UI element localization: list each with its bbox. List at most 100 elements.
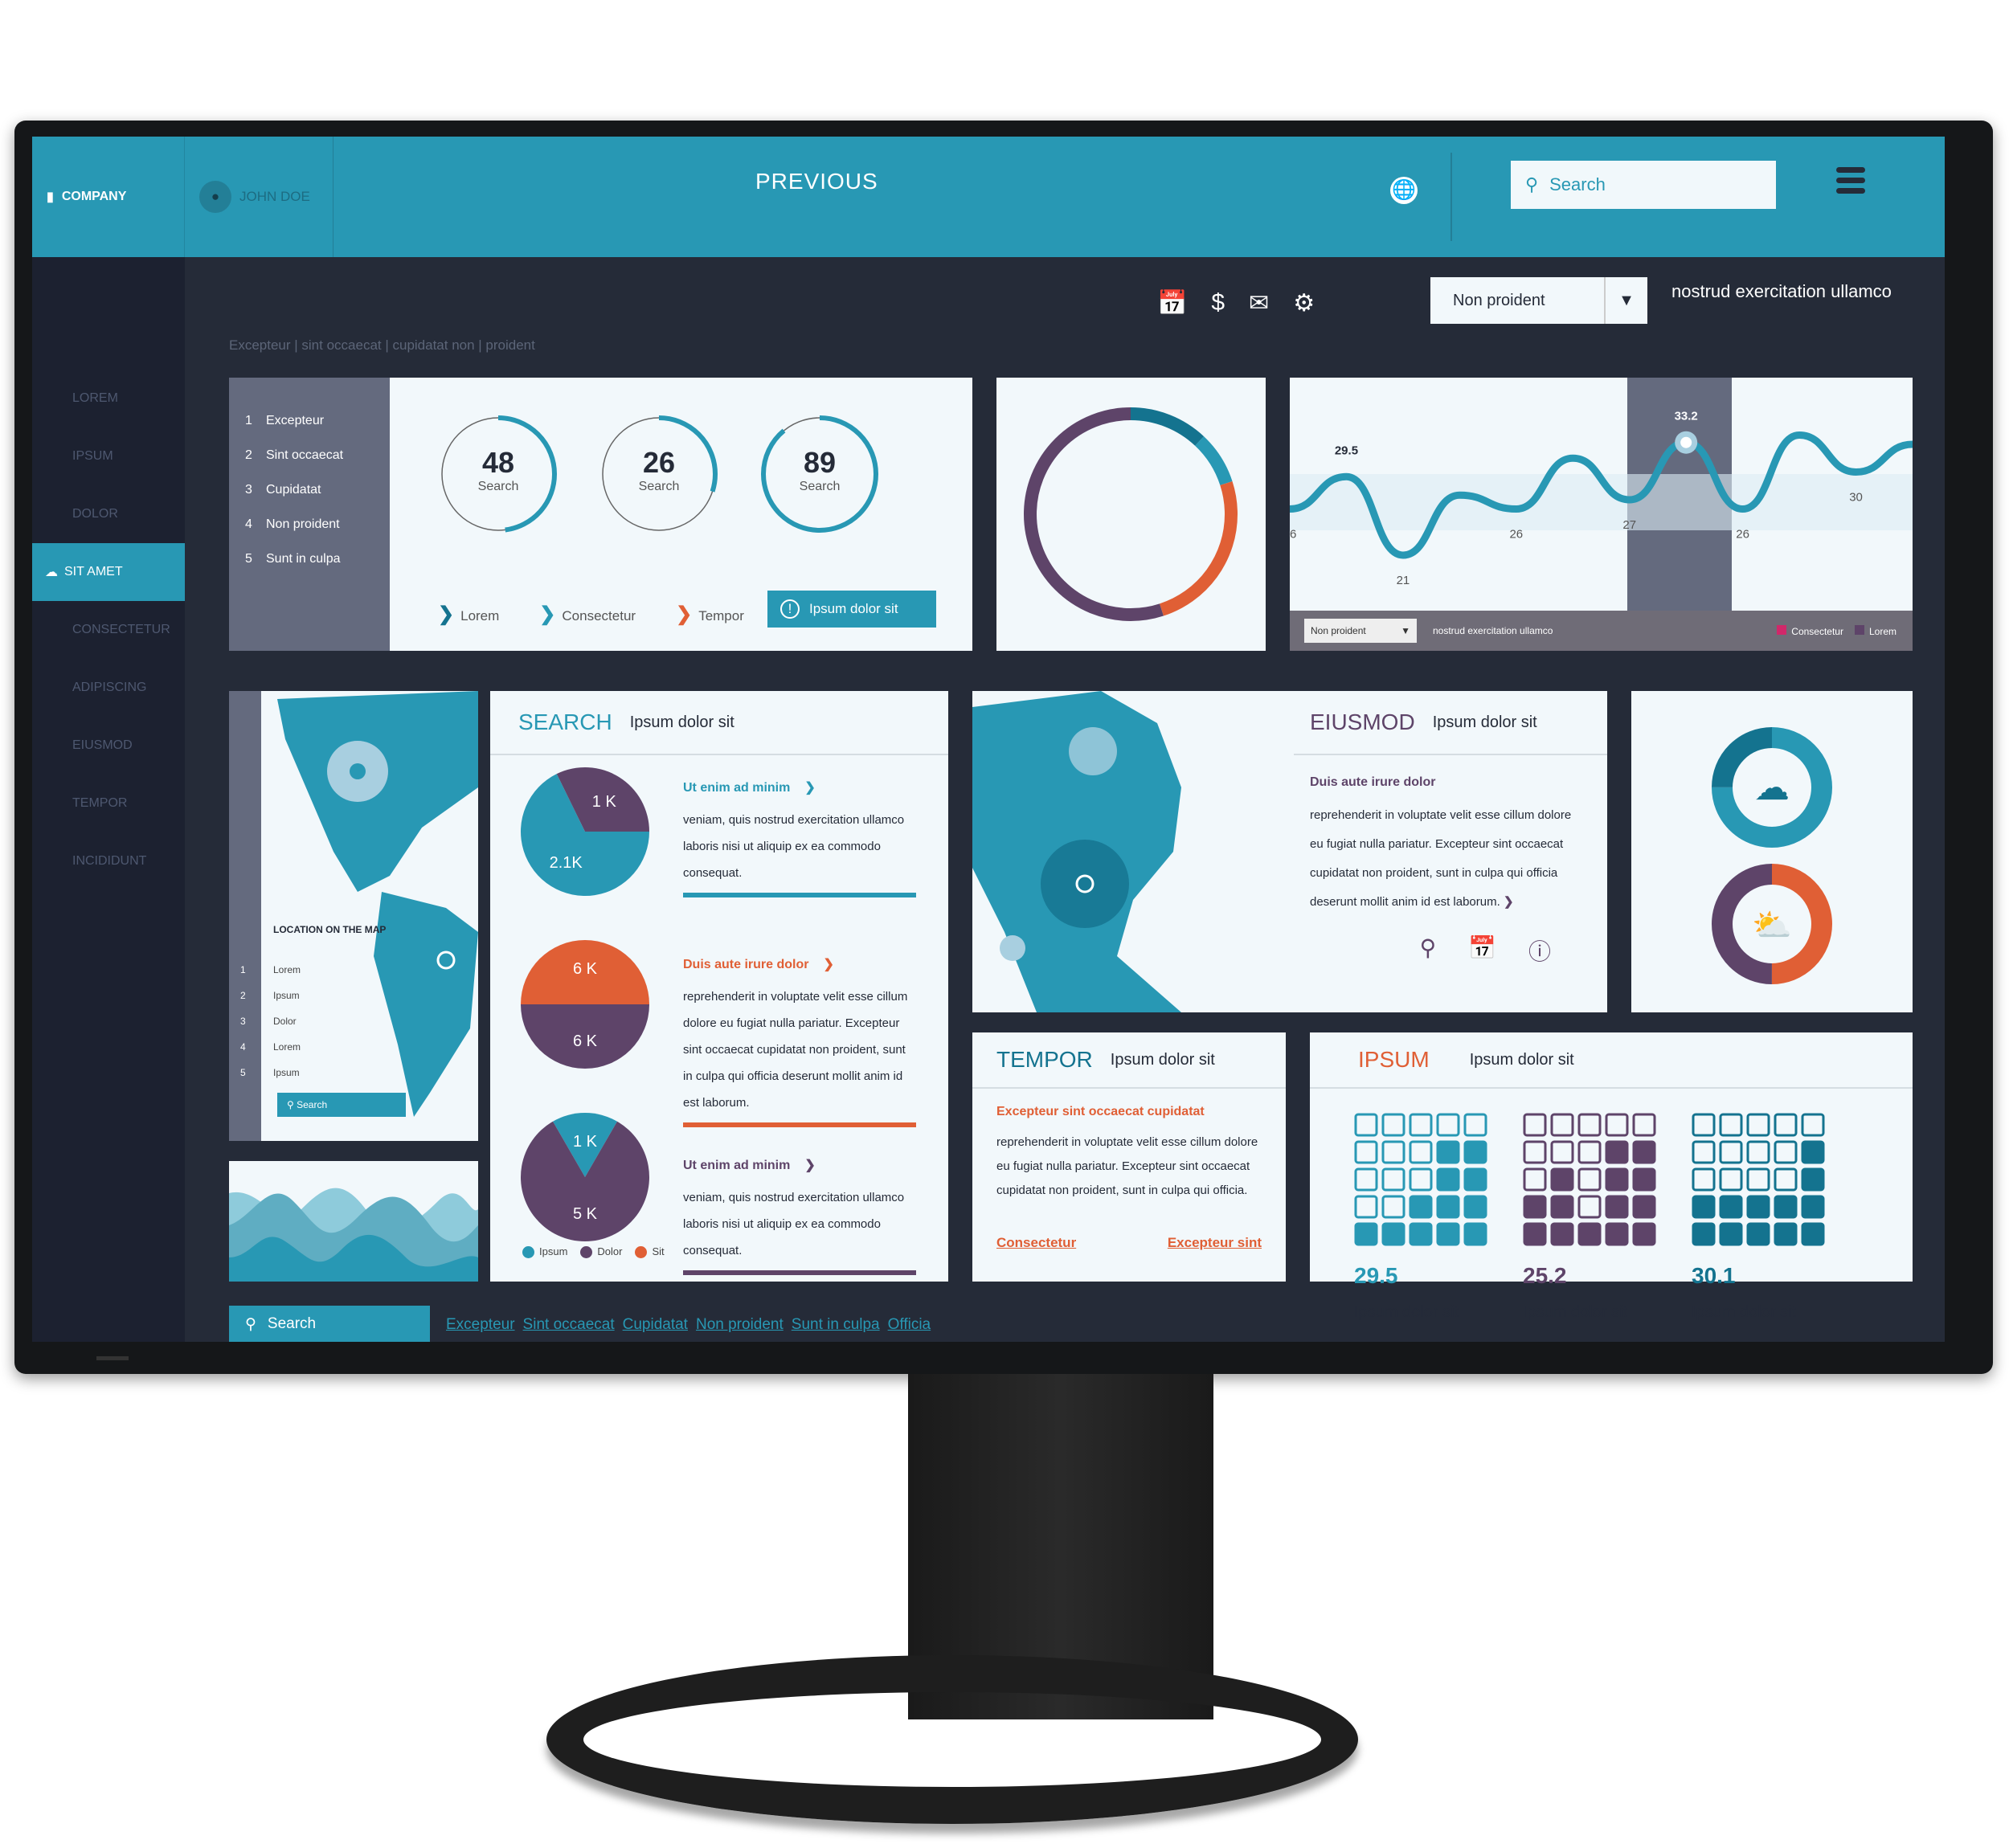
map-item-label: Dolor bbox=[273, 1016, 297, 1027]
mail-icon[interactable]: ✉ bbox=[1249, 289, 1269, 317]
list-item[interactable]: 5 Sunt in culpa bbox=[245, 552, 390, 587]
row-divider bbox=[683, 893, 916, 897]
search-input[interactable]: ⚲ Search bbox=[1511, 161, 1776, 209]
map-list-item[interactable]: 2 Ipsum bbox=[229, 990, 301, 1016]
gauge-link[interactable]: ❯ Tempor bbox=[676, 603, 744, 626]
waffle-cell bbox=[1774, 1140, 1798, 1164]
waffle-cell bbox=[1463, 1140, 1487, 1164]
list-label: Non proident bbox=[266, 517, 340, 531]
map-title: LOCATION ON THE MAP bbox=[273, 924, 387, 935]
waffle-cell bbox=[1605, 1195, 1629, 1219]
map-panel: LOCATION ON THE MAP 1 Lorem 2 Ipsum 3 Dolor 4 L… bbox=[229, 691, 478, 1141]
map-list-item[interactable]: 3 Dolor bbox=[229, 1016, 301, 1041]
footer-link[interactable]: Cupidatat bbox=[623, 1316, 688, 1334]
gauge-value: 48 bbox=[481, 446, 515, 479]
hamburger-menu-icon[interactable] bbox=[1836, 167, 1865, 198]
list-label: Sint occaecat bbox=[266, 448, 344, 462]
gauge-link[interactable]: ❯ Consectetur bbox=[539, 603, 636, 626]
calendar-icon[interactable]: 📅 bbox=[1157, 289, 1187, 317]
toolbar: 📅 $ ✉ ⚙ bbox=[1157, 289, 1315, 317]
waffle-cell bbox=[1550, 1222, 1574, 1246]
row-heading-link[interactable]: Ut enim ad minim ❯ bbox=[683, 1157, 916, 1173]
sidebar-item[interactable]: DOLOR bbox=[32, 485, 185, 543]
map-list-item[interactable]: 5 Ipsum bbox=[229, 1067, 301, 1093]
sidebar-item[interactable]: ADIPISCING bbox=[32, 659, 185, 717]
waffle-cell bbox=[1746, 1167, 1770, 1192]
calendar-icon[interactable]: 📅 bbox=[1468, 934, 1496, 967]
waffle-cell bbox=[1801, 1195, 1825, 1219]
chevron-right-icon: ❯ bbox=[804, 1159, 816, 1172]
pie-charts: 2.1K 1 K 6 K 6 K 1 K 5 K bbox=[521, 767, 649, 1241]
sidebar-item-label: IPSUM bbox=[72, 449, 113, 463]
waffle-chart: 30.1 Ipsum dolor sit bbox=[1692, 1113, 1828, 1322]
list-item[interactable]: 1 Excepteur bbox=[245, 414, 390, 448]
sidebar-item-label: DOLOR bbox=[72, 507, 118, 521]
waffle-cell bbox=[1746, 1222, 1770, 1246]
chevron-right-icon[interactable]: ❯ bbox=[1504, 895, 1514, 909]
list-number: 3 bbox=[245, 483, 252, 497]
previous-link[interactable]: PREVIOUS bbox=[755, 169, 878, 194]
list-label: Sunt in culpa bbox=[266, 552, 341, 566]
map-pin-icon[interactable]: ⚲ bbox=[1420, 934, 1437, 967]
waffle-cell bbox=[1632, 1167, 1656, 1192]
dollar-icon[interactable]: $ bbox=[1211, 289, 1225, 317]
gauge-link[interactable]: ❯ Lorem bbox=[438, 603, 499, 626]
footer-link[interactable]: Officia bbox=[888, 1316, 931, 1334]
waffle-cell bbox=[1577, 1140, 1602, 1164]
footer-link[interactable]: Sint occaecat bbox=[523, 1316, 615, 1334]
waffle-cell bbox=[1605, 1167, 1629, 1192]
gauge-label: Search bbox=[638, 480, 680, 493]
wave-chart-panel bbox=[229, 1161, 478, 1282]
user-profile[interactable]: ● JOHN DOE bbox=[185, 137, 333, 257]
sidebar-item[interactable]: EIUSMOD bbox=[32, 717, 185, 775]
dropdown-value: Non proident bbox=[1453, 291, 1545, 309]
list-item[interactable]: 4 Non proident bbox=[245, 517, 390, 552]
waffle-cell bbox=[1523, 1113, 1547, 1137]
gear-icon[interactable]: ⚙ bbox=[1293, 289, 1315, 317]
sidebar-item[interactable]: IPSUM bbox=[32, 427, 185, 485]
dropdown[interactable]: Non proident ▼ bbox=[1430, 277, 1647, 324]
footer-link[interactable]: Non proident bbox=[696, 1316, 784, 1334]
map-item-number: 4 bbox=[240, 1041, 246, 1053]
ipsum-dolor-button[interactable]: ! Ipsum dolor sit bbox=[767, 591, 936, 628]
map-list-item[interactable]: 4 Lorem bbox=[229, 1041, 301, 1067]
sidebar-item[interactable]: INCIDIDUNT bbox=[32, 832, 185, 890]
sidebar-item[interactable]: TEMPOR bbox=[32, 775, 185, 832]
row-body: veniam, quis nostrud exercitation ullamc… bbox=[683, 813, 905, 880]
company-logo[interactable]: ▮ COMPANY bbox=[32, 137, 185, 257]
list-item[interactable]: 2 Sint occaecat bbox=[245, 448, 390, 483]
map-search-button[interactable]: ⚲ Search bbox=[277, 1093, 406, 1117]
globe-icon[interactable]: 🌐 bbox=[1390, 177, 1418, 204]
data-label: 29.5 bbox=[1335, 444, 1358, 457]
excepteur-sint-link[interactable]: Excepteur sint bbox=[1168, 1235, 1262, 1251]
consectetur-link[interactable]: Consectetur bbox=[996, 1235, 1076, 1251]
user-name: JOHN DOE bbox=[239, 189, 310, 204]
row-body: reprehenderit in voluptate velit esse ci… bbox=[683, 990, 908, 1110]
waffle-cell bbox=[1719, 1140, 1743, 1164]
footer-search-button[interactable]: ⚲ Search bbox=[229, 1306, 430, 1342]
row-heading-link[interactable]: Duis aute irure dolor ❯ bbox=[683, 956, 916, 972]
waffle-cell bbox=[1523, 1140, 1547, 1164]
map-list-item[interactable]: 1 Lorem bbox=[229, 964, 301, 990]
legend-item: Consectetur bbox=[1777, 624, 1843, 637]
sidebar-item[interactable]: ☁ SIT AMET bbox=[32, 543, 185, 601]
footer-links: Excepteur Sint occaecat Cupidatat Non proid… bbox=[446, 1316, 931, 1334]
legend-item: Sit bbox=[635, 1245, 665, 1259]
row-heading-link[interactable]: Ut enim ad minim ❯ bbox=[683, 779, 916, 795]
list-item[interactable]: 3 Cupidatat bbox=[245, 483, 390, 517]
waffle-cell bbox=[1354, 1222, 1378, 1246]
chevron-right-icon: ❯ bbox=[539, 603, 556, 625]
waffle-cell bbox=[1550, 1113, 1574, 1137]
alert-icon[interactable]: ⓘ bbox=[1528, 934, 1551, 967]
sidebar-item[interactable]: CONSECTETUR bbox=[32, 601, 185, 659]
waffle-cell bbox=[1774, 1195, 1798, 1219]
panel-subtitle: Ipsum dolor sit bbox=[1432, 713, 1537, 731]
legend-swatch bbox=[1854, 624, 1864, 635]
info-icon: ! bbox=[780, 599, 800, 619]
eiusmod-panel: EIUSMOD Ipsum dolor sit Duis aute irure d… bbox=[972, 691, 1607, 1012]
footer-link[interactable]: Excepteur bbox=[446, 1316, 515, 1334]
sidebar-item[interactable]: LOREM bbox=[32, 370, 185, 427]
pie-label: 1 K bbox=[592, 793, 617, 811]
footer-link[interactable]: Sunt in culpa bbox=[792, 1316, 880, 1334]
chart-dropdown[interactable]: Non proident ▼ bbox=[1304, 619, 1417, 643]
